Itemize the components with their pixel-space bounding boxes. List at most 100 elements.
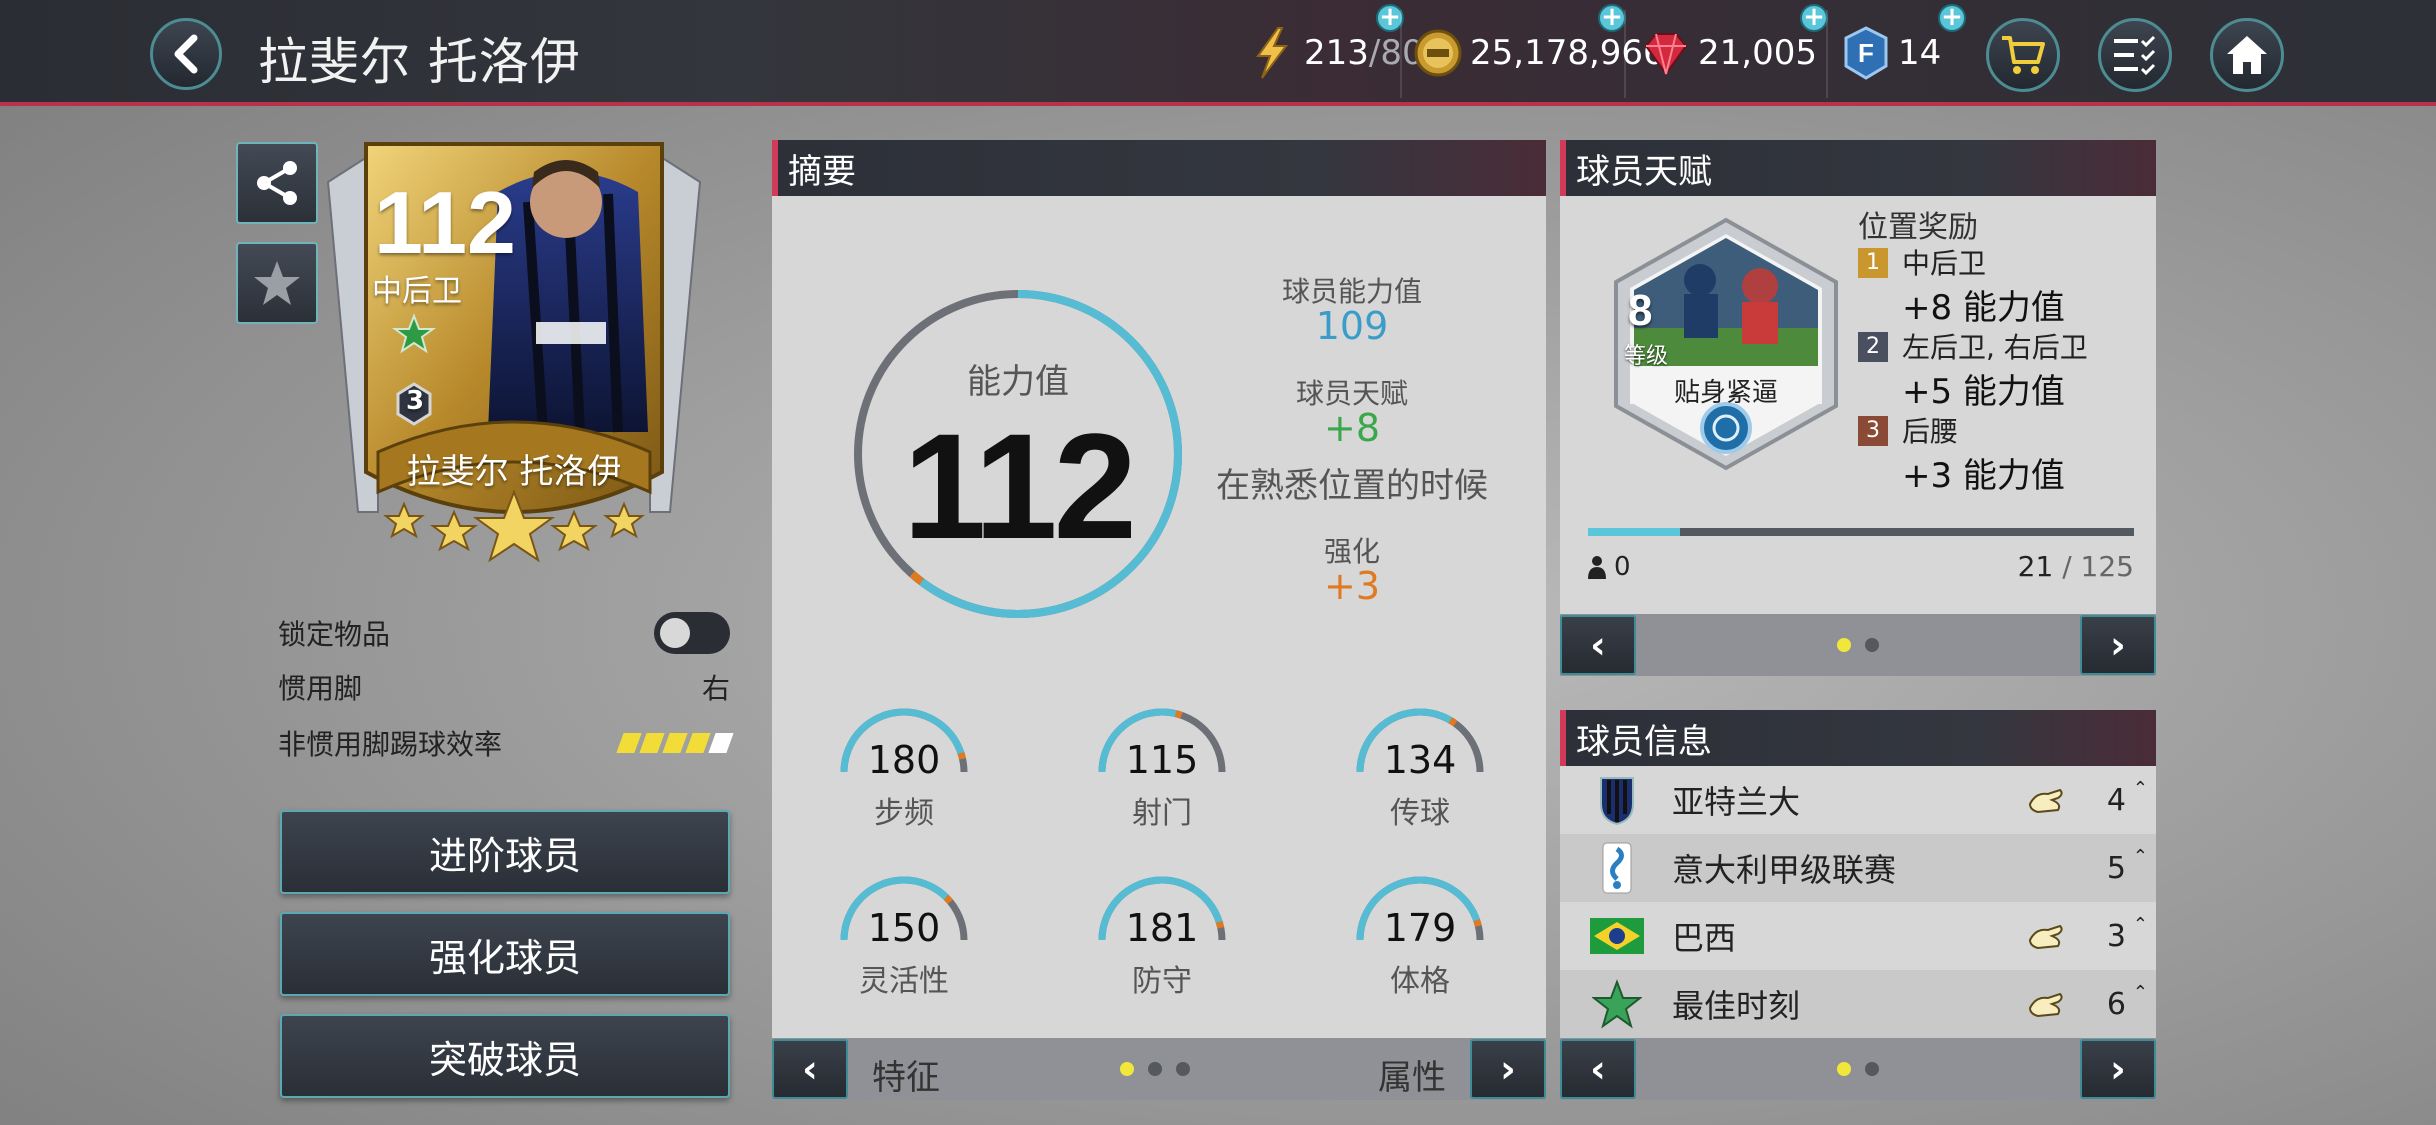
skill-level-value: 8 (1628, 286, 1653, 335)
info-level: 4 (2106, 782, 2126, 818)
add-fifa-points-button[interactable]: + (1938, 4, 1966, 32)
gems-resource: 21,005 (1642, 26, 1817, 80)
reward-rank: 1 (1858, 248, 1888, 278)
reward-rank: 3 (1858, 416, 1888, 446)
page-dot[interactable] (1120, 1062, 1134, 1076)
level-up-icon: ⌃ (2132, 846, 2148, 867)
info-page-dots (1837, 1062, 1879, 1076)
share-button[interactable] (236, 142, 318, 224)
gem-icon (1644, 33, 1688, 76)
reward-bonus: +3 能力值 (1902, 456, 2065, 496)
program-star-icon (1590, 977, 1644, 1031)
overall-value: 112 (903, 402, 1137, 570)
svg-text:F: F (1858, 38, 1874, 68)
summary-next-button[interactable]: › (1470, 1039, 1546, 1099)
skill-points-value: 0 (1614, 552, 1631, 582)
card-position: 中后卫 (372, 274, 462, 309)
talent-progress-total: 125 (2080, 550, 2134, 583)
player-info-header: 球员信息 (1560, 710, 2156, 766)
attribute-label: 体格 (1390, 964, 1450, 999)
list-item[interactable]: 最佳时刻 6 ⌃ (1560, 970, 2156, 1038)
talent-body: 8 等级 贴身紧逼 位置奖励 1 中后卫 +8 能力值 2 左后卫, 右后卫 +… (1560, 196, 2156, 614)
weak-foot-bar (616, 733, 642, 753)
info-level: 6 (2106, 986, 2126, 1022)
list-item[interactable]: 亚特兰大 4 ⌃ (1560, 766, 2156, 834)
back-button[interactable] (150, 18, 222, 90)
attribute-label: 灵活性 (859, 964, 949, 999)
player-card[interactable]: 112 中后卫 3 拉斐尔 托洛伊 (318, 132, 710, 592)
attribute-gauge: 115 射门 (1082, 696, 1242, 836)
level-up-icon: ⌃ (2132, 778, 2148, 799)
lightning-icon (1256, 27, 1288, 79)
player-info-footer: ‹ › (1560, 1038, 2156, 1100)
position-reward-title: 位置奖励 (1858, 210, 1978, 245)
reward-position: 左后卫, 右后卫 (1902, 331, 2088, 364)
info-next-button[interactable]: › (2080, 1039, 2156, 1099)
attribute-value: 180 (867, 738, 941, 782)
player-info-list: 亚特兰大 4 ⌃ 意大利甲级联赛 5 ⌃ 巴西 3 ⌃ 最佳时刻 6 ⌃ (1560, 766, 2156, 1038)
attribute-value: 150 (867, 906, 941, 950)
card-rank: 3 (406, 386, 425, 416)
attribute-label: 传球 (1390, 796, 1450, 831)
add-gems-button[interactable]: + (1800, 4, 1828, 32)
player-info-panel: 球员信息 亚特兰大 4 ⌃ 意大利甲级联赛 5 ⌃ 巴西 3 ⌃ 最佳时刻 6 … (1560, 710, 2156, 1100)
page-dot[interactable] (1148, 1062, 1162, 1076)
base-rating-value: 109 (1315, 304, 1389, 348)
breakthrough-player-button[interactable]: 突破球员 (280, 1014, 730, 1098)
coins-value: 25,178,966 (1470, 33, 1665, 73)
club-crest-icon (1590, 773, 1644, 827)
talent-prev-button[interactable]: ‹ (1560, 615, 1636, 675)
info-level: 3 (2106, 918, 2126, 954)
preferred-foot-value: 右 (701, 672, 730, 705)
shop-button[interactable] (1986, 18, 2060, 92)
home-icon (2227, 36, 2267, 74)
home-button[interactable] (2210, 18, 2284, 92)
tasks-button[interactable] (2098, 18, 2172, 92)
attribute-gauge: 179 体格 (1340, 864, 1500, 1004)
talent-next-button[interactable]: › (2080, 615, 2156, 675)
info-name: 亚特兰大 (1672, 783, 1801, 821)
card-rating: 112 (374, 173, 516, 272)
chevron-left-icon (174, 34, 198, 74)
page-dot[interactable] (1865, 638, 1879, 652)
summary-prev-button[interactable]: ‹ (772, 1039, 848, 1099)
weak-foot-bar (708, 733, 734, 753)
enhance-player-button[interactable]: 强化球员 (280, 912, 730, 996)
weak-foot-bars (616, 733, 734, 753)
reward-bonus: +5 能力值 (1902, 372, 2065, 412)
overall-label: 能力值 (967, 362, 1069, 402)
list-item[interactable]: 巴西 3 ⌃ (1560, 902, 2156, 970)
talent-progress-separator: / (2053, 550, 2081, 583)
cart-icon (2002, 36, 2045, 74)
link-icon (2028, 992, 2063, 1018)
talent-progress-text: 21 / 125 (2018, 550, 2134, 583)
card-name: 拉斐尔 托洛伊 (406, 452, 622, 492)
info-name: 意大利甲级联赛 (1672, 851, 1897, 889)
lock-item-toggle[interactable] (654, 612, 730, 654)
page-dot[interactable] (1837, 1062, 1851, 1076)
league-logo-icon (1590, 841, 1644, 895)
attribute-gauge: 134 传球 (1340, 696, 1500, 836)
info-prev-button[interactable]: ‹ (1560, 1039, 1636, 1099)
talent-progress-current: 21 (2017, 550, 2054, 583)
page-dot[interactable] (1837, 638, 1851, 652)
page-dot[interactable] (1176, 1062, 1190, 1076)
attribute-label: 射门 (1132, 796, 1192, 831)
reward-position: 后腰 (1902, 415, 1959, 448)
preferred-foot-label: 惯用脚 (278, 672, 363, 705)
talent-value: +8 (1323, 406, 1381, 450)
link-icon (2028, 924, 2063, 950)
gems-value: 21,005 (1698, 33, 1817, 73)
advance-player-button[interactable]: 进阶球员 (280, 810, 730, 894)
info-name: 巴西 (1672, 919, 1737, 957)
attribute-gauge: 181 防守 (1082, 864, 1242, 1004)
list-item[interactable]: 意大利甲级联赛 5 ⌃ (1560, 834, 2156, 902)
fifa-points-icon: F (1844, 26, 1888, 80)
page-dot[interactable] (1865, 1062, 1879, 1076)
talent-panel: 球员天赋 8 等级 贴身紧逼 位置奖励 1 中后卫 +8 能力值 2 左后卫, … (1560, 140, 2156, 680)
talent-note: 在熟悉位置的时候 (1216, 466, 1488, 506)
add-coins-button[interactable]: + (1598, 4, 1626, 32)
divider (1826, 10, 1828, 98)
favorite-button[interactable] (236, 242, 318, 324)
boost-value: +3 (1323, 564, 1381, 608)
